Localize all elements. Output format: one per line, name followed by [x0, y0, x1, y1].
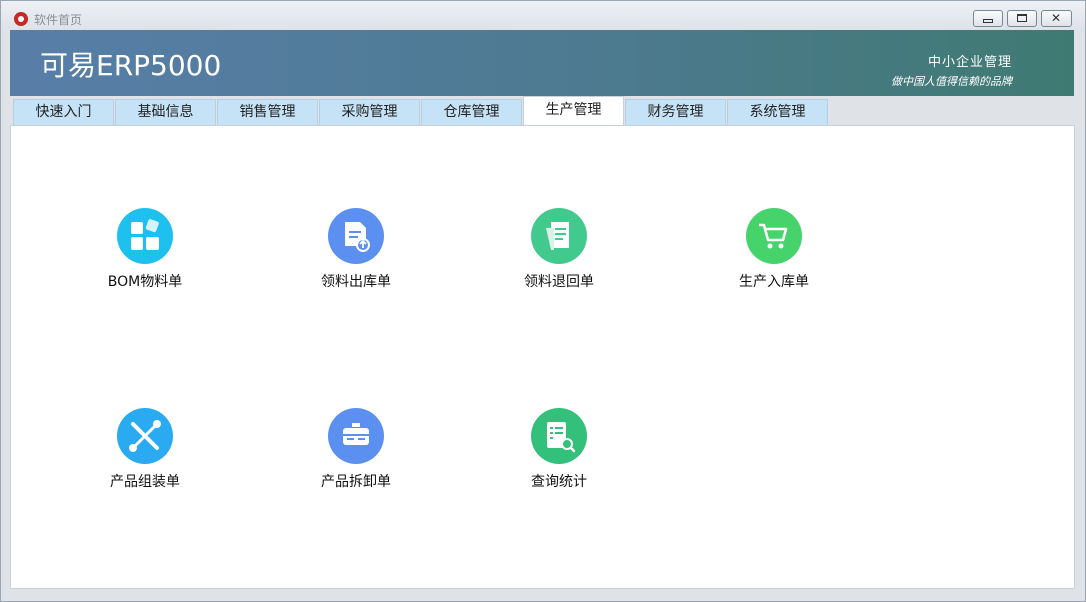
app-logo-icon: [14, 12, 28, 26]
module-material-return[interactable]: 领料退回单: [488, 208, 628, 298]
brand-title: 可易ERP5000: [40, 49, 222, 82]
module-product-disassembly[interactable]: 产品拆卸单: [285, 408, 425, 498]
module-label: 产品组装单: [110, 474, 180, 490]
minimize-icon: [983, 19, 993, 23]
wrench-screwdriver-icon: [117, 408, 173, 464]
tab-production[interactable]: 生产管理: [523, 96, 624, 126]
close-icon: ✕: [1051, 11, 1062, 25]
tab-basic-info[interactable]: 基础信息: [115, 99, 216, 125]
module-production-receipt[interactable]: 生产入库单: [703, 208, 843, 298]
toolbox-icon: [328, 408, 384, 464]
restore-button[interactable]: [1007, 10, 1037, 27]
module-query-statistics[interactable]: 查询统计: [488, 408, 628, 498]
module-material-issue[interactable]: 领料出库单: [285, 208, 425, 298]
module-bom[interactable]: BOM物料单: [74, 208, 214, 298]
restore-icon: [1017, 14, 1027, 22]
tab-purchasing[interactable]: 采购管理: [319, 99, 420, 125]
tab-sales[interactable]: 销售管理: [217, 99, 318, 125]
header-banner: 可易ERP5000 中小企业管理 做中国人值得信赖的品牌: [10, 30, 1074, 96]
module-label: 产品拆卸单: [321, 474, 391, 490]
module-product-assembly[interactable]: 产品组装单: [74, 408, 214, 498]
tab-quick-start[interactable]: 快速入门: [13, 99, 114, 125]
tagline-sub: 做中国人值得信赖的品牌: [891, 75, 1012, 88]
title-bar[interactable]: 软件首页 ✕: [1, 1, 1085, 31]
tab-finance[interactable]: 财务管理: [625, 99, 726, 125]
module-label: 生产入库单: [739, 274, 809, 290]
module-label: 领料退回单: [524, 274, 594, 290]
search-list-icon: [531, 408, 587, 464]
minimize-button[interactable]: [973, 10, 1003, 27]
module-label: 领料出库单: [321, 274, 391, 290]
window-title: 软件首页: [34, 13, 83, 27]
document-return-icon: [531, 208, 587, 264]
bom-grid-icon: [117, 208, 173, 264]
tab-system[interactable]: 系统管理: [727, 99, 828, 125]
shopping-cart-icon: [746, 208, 802, 264]
tab-warehouse[interactable]: 仓库管理: [421, 99, 522, 125]
document-upload-icon: [328, 208, 384, 264]
tagline-main: 中小企业管理: [927, 55, 1012, 70]
close-button[interactable]: ✕: [1041, 10, 1072, 27]
module-label: 查询统计: [531, 474, 587, 490]
tab-bar: 快速入门 基础信息 销售管理 采购管理 仓库管理 生产管理 财务管理 系统管理: [10, 96, 1074, 126]
module-label: BOM物料单: [107, 274, 183, 290]
module-panel: BOM物料单 领料出库单 领料退回单 生产入库单 产品组装单 产品拆卸单 查询统…: [10, 125, 1075, 589]
